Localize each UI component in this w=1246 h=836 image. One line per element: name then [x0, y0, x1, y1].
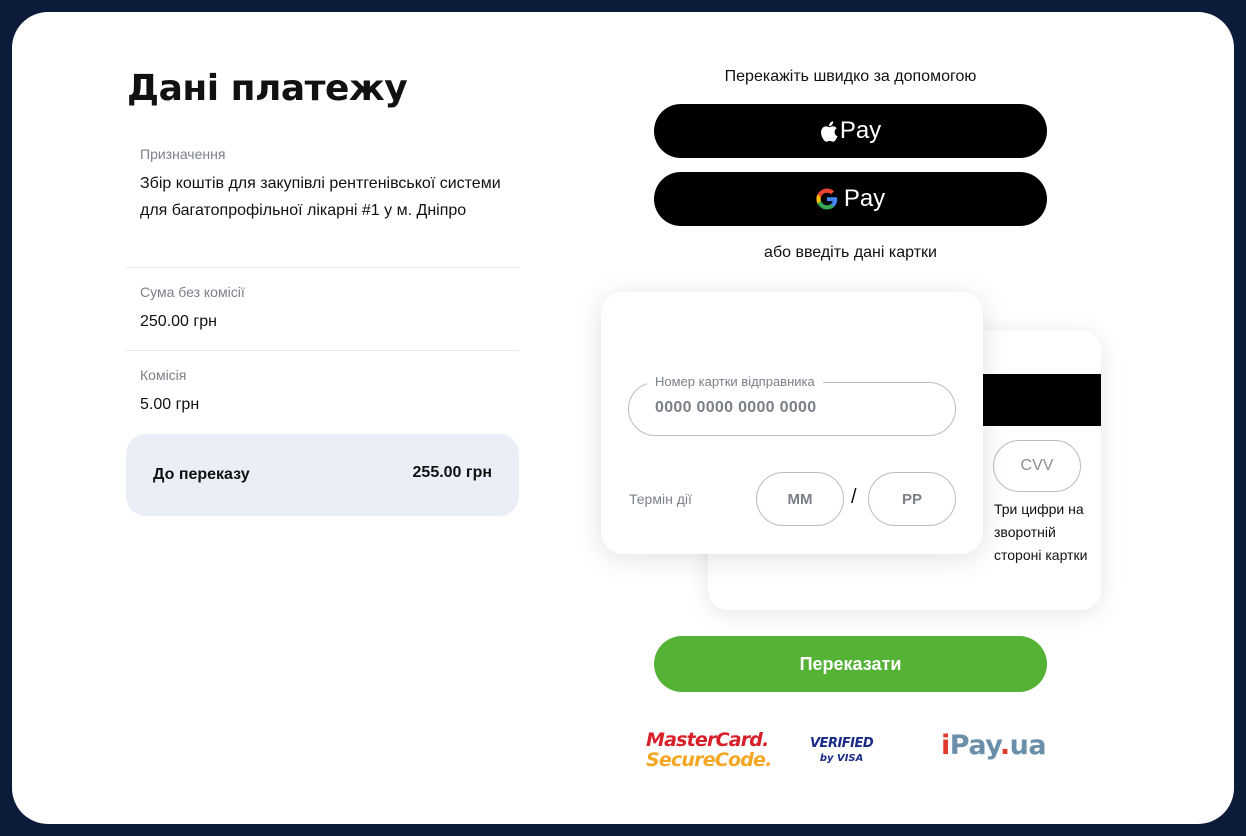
total-box: До переказу 255.00 грн [126, 434, 519, 516]
cvv-input[interactable]: CVV [993, 440, 1081, 492]
expiry-month-input[interactable]: ММ [756, 472, 844, 526]
google-pay-button[interactable]: Pay [654, 172, 1047, 226]
divider [126, 350, 519, 351]
apple-icon [820, 120, 838, 142]
ipay-ua: ua [1009, 730, 1047, 761]
visa-line1: VERIFIED [810, 736, 874, 751]
fee-label: Комісія [140, 367, 187, 383]
payment-page: Дані платежу Призначення Збір коштів для… [12, 12, 1234, 824]
quick-pay-heading: Перекажіть швидко за допомогою [724, 68, 977, 85]
total-label: До переказу [153, 466, 250, 483]
mastercard-line1: MasterCard. [646, 729, 769, 751]
ipay-dot: . [999, 730, 1010, 761]
fee-block: Комісія 5.00 грн [126, 367, 519, 418]
total-value: 255.00 грн [412, 464, 492, 481]
expiry-label: Термін дії [629, 491, 692, 507]
page-title: Дані платежу [127, 68, 408, 109]
google-pay-label: Pay [843, 185, 886, 212]
ipay-i: i [941, 730, 950, 761]
purpose-label: Призначення [140, 146, 226, 162]
expiry-separator: / [851, 486, 857, 508]
purpose-value: Збір коштів для закупівлі рентгенівської… [140, 175, 501, 219]
expiry-year-input[interactable]: РР [868, 472, 956, 526]
mastercard-securecode-logo: MasterCard. SecureCode. [646, 730, 772, 770]
ipay-pay: Pay [949, 730, 1001, 761]
magnetic-stripe [982, 374, 1101, 426]
or-card-text: або введіть дані картки [764, 244, 937, 261]
month-placeholder: ММ [787, 490, 813, 508]
cvv-hint: Три цифри на зворотній стороні картки [994, 501, 1088, 563]
transfer-button[interactable]: Переказати [654, 636, 1047, 692]
mastercard-line2: SecureCode. [646, 749, 772, 771]
amount-block: Сума без комісії 250.00 грн [126, 284, 519, 335]
cvv-placeholder: CVV [1020, 457, 1054, 474]
fee-value: 5.00 грн [140, 396, 200, 413]
purpose-block: Призначення Збір коштів для закупівлі ре… [126, 146, 519, 224]
verified-by-visa-logo: VERIFIED by VISA [810, 736, 874, 766]
divider [126, 267, 519, 268]
year-placeholder: РР [901, 490, 922, 508]
amount-value: 250.00 грн [140, 313, 217, 330]
card-number-field[interactable]: Номер картки відправника 0000 0000 0000 … [628, 374, 956, 436]
apple-pay-button[interactable]: Pay [654, 104, 1047, 158]
google-g-icon [816, 188, 838, 210]
card-number-label: Номер картки відправника [647, 374, 823, 389]
apple-pay-label: Pay [839, 117, 882, 144]
amount-label: Сума без комісії [140, 284, 245, 300]
ipay-logo: iPay.ua [941, 730, 1047, 761]
card-number-placeholder: 0000 0000 0000 0000 [655, 399, 817, 416]
visa-line2: by VISA [819, 753, 864, 764]
